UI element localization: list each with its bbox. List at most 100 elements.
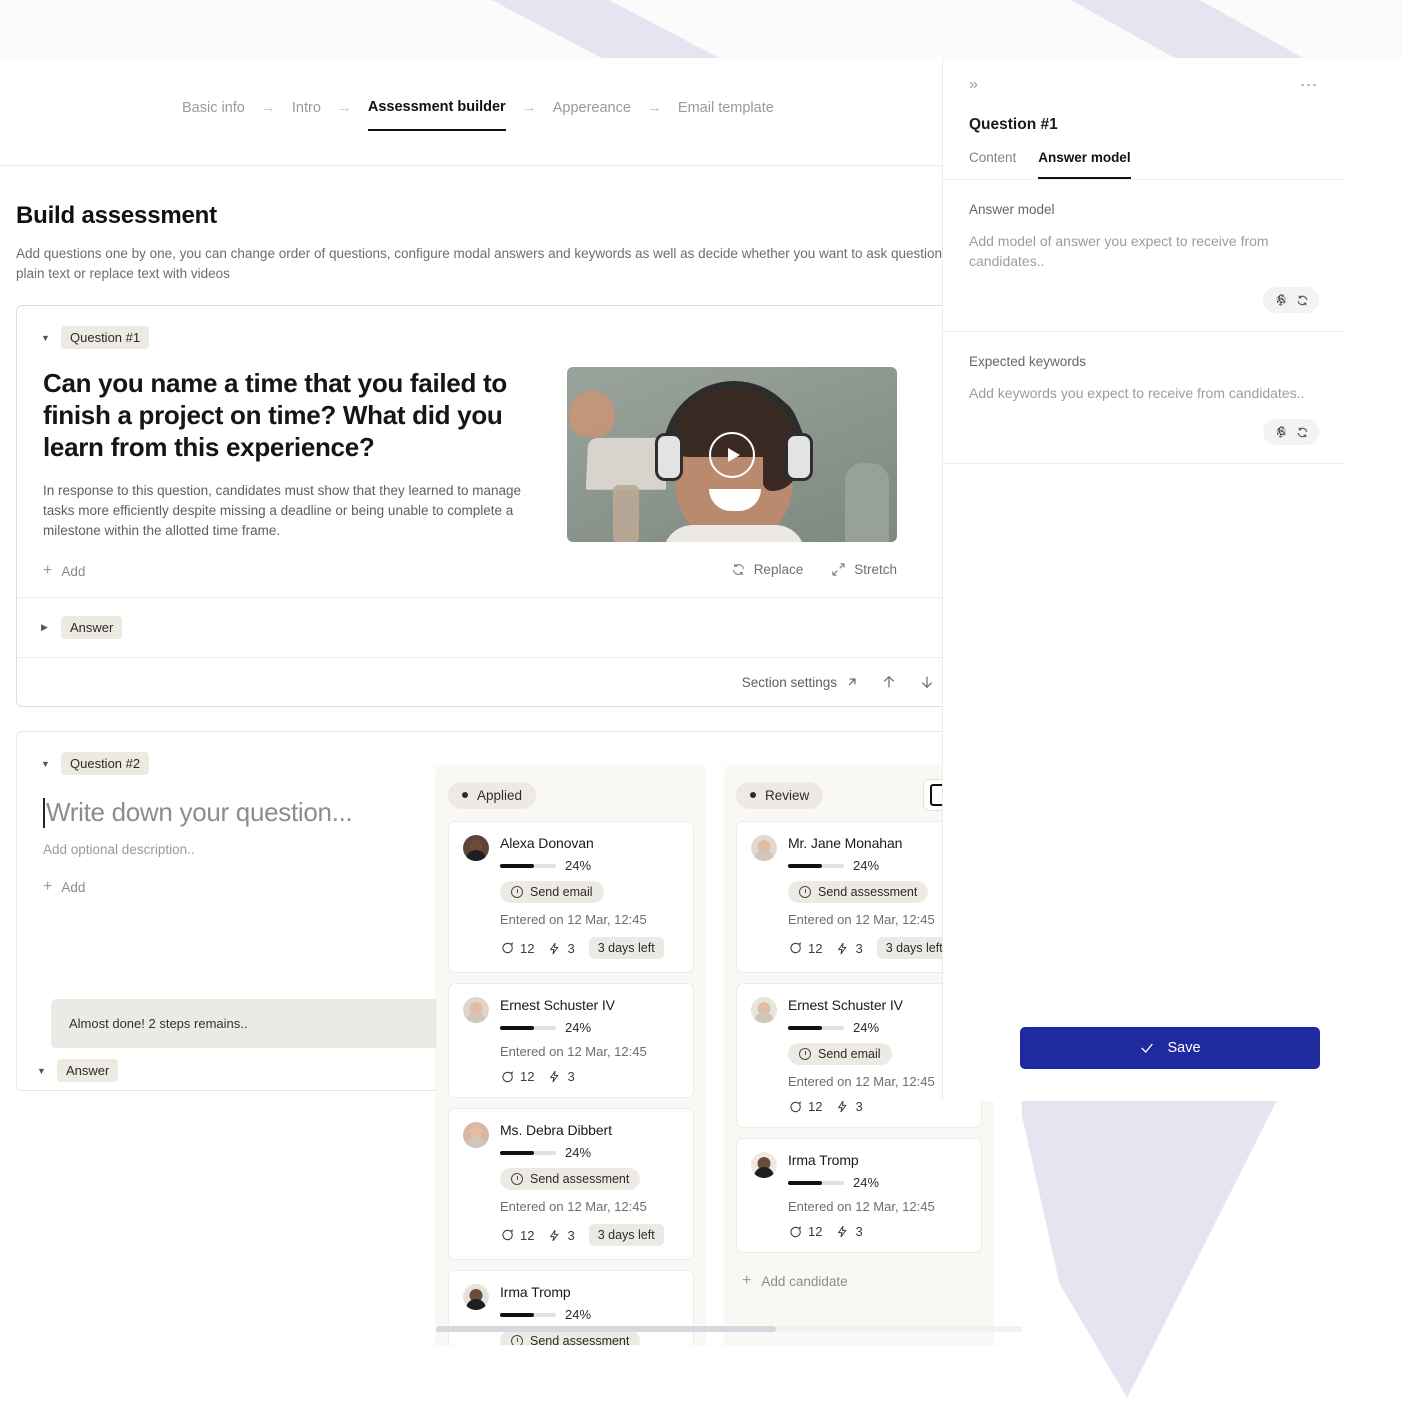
candidate-entered-date: Entered on 12 Mar, 12:45 <box>500 1199 647 1214</box>
video-actions: Replace Stretch <box>567 562 897 577</box>
question-1-answer-row[interactable]: ▶ Answer <box>17 597 1003 657</box>
candidate-status-chip[interactable]: Send email <box>788 1043 892 1065</box>
question-1-title[interactable]: Can you name a time that you failed to f… <box>43 367 543 463</box>
avatar-body <box>466 1299 486 1310</box>
save-button[interactable]: Save <box>1020 1027 1320 1069</box>
question-1-add-button[interactable]: + Add <box>43 563 543 579</box>
ai-generate-answer-model-button[interactable] <box>1263 287 1319 313</box>
activity-icon <box>838 1225 848 1238</box>
comment-count[interactable]: 12 <box>788 1099 822 1114</box>
expected-keywords-input[interactable]: Add keywords you expect to receive from … <box>969 383 1319 403</box>
progress-track <box>500 1150 556 1155</box>
candidate-progress: 24% <box>788 858 967 873</box>
replace-video-button[interactable]: Replace <box>731 562 803 577</box>
candidate-card[interactable]: Alexa Donovan 24% Send email Entered on 12 … <box>448 821 694 973</box>
candidate-card-top: Irma Tromp 24% Entered on 12 Mar, 12:45 12 3 <box>751 1152 967 1239</box>
candidate-card[interactable]: Ernest Schuster IV 24% Entered on 12 Mar, … <box>448 983 694 1098</box>
candidate-card-main: Irma Tromp 24% Entered on 12 Mar, 12:45 12 3 <box>788 1152 967 1239</box>
activity-count[interactable]: 3 <box>836 1099 863 1114</box>
progress-track <box>500 1025 556 1030</box>
comment-count[interactable]: 12 <box>500 1069 534 1084</box>
candidate-card-main: Ernest Schuster IV 24% Entered on 12 Mar, … <box>500 997 679 1084</box>
candidate-status-chip[interactable]: Send assessment <box>500 1330 641 1345</box>
question-1-header[interactable]: ▼ Question #1 <box>17 306 1003 353</box>
candidate-meta: 12 3 3 days left <box>500 937 679 959</box>
days-left-badge: 3 days left <box>876 937 952 959</box>
activity-count[interactable]: 3 <box>548 1228 575 1243</box>
breadcrumb-item-assessment-builder[interactable]: Assessment builder <box>367 93 506 131</box>
headphone-cup-left <box>655 433 683 481</box>
candidate-progress: 24% <box>500 1145 679 1160</box>
candidate-card-main: Ms. Debra Dibbert 24% Send assessment Enter… <box>500 1122 679 1246</box>
comment-count-value: 12 <box>808 1224 823 1239</box>
tab-content[interactable]: Content <box>969 150 1016 179</box>
plus-icon: + <box>43 562 53 579</box>
collapse-panel-icon[interactable]: » <box>969 76 978 94</box>
comment-count[interactable]: 12 <box>500 941 534 956</box>
kanban-column-title[interactable]: Review <box>736 781 824 809</box>
activity-count-value: 3 <box>567 1069 575 1084</box>
refresh-icon <box>1297 427 1307 437</box>
candidate-card[interactable]: Ms. Debra Dibbert 24% Send assessment Enter… <box>448 1108 694 1260</box>
kanban-column-title[interactable]: Applied <box>448 781 537 809</box>
candidate-card[interactable]: Irma Tromp 24% Entered on 12 Mar, 12:45 12 3 <box>736 1138 982 1253</box>
comment-count[interactable]: 12 <box>788 941 822 956</box>
candidate-entered-date: Entered on 12 Mar, 12:45 <box>500 1044 647 1059</box>
chevron-down-icon[interactable]: ▼ <box>37 1066 47 1076</box>
chevron-down-icon[interactable]: ▼ <box>41 333 51 343</box>
progress-percent: 24% <box>565 1020 592 1035</box>
candidate-status-chip[interactable]: Send assessment <box>788 881 929 903</box>
avatar-body <box>466 850 486 861</box>
candidate-card-top: Alexa Donovan 24% Send email Entered on 12 … <box>463 835 679 959</box>
activity-count[interactable]: 3 <box>548 1069 575 1084</box>
stretch-video-button[interactable]: Stretch <box>831 562 897 577</box>
text-cursor <box>43 797 45 828</box>
answer-model-input[interactable]: Add model of answer you expect to receiv… <box>969 231 1319 271</box>
candidate-name: Irma Tromp <box>500 1284 571 1300</box>
breadcrumb-item-basic-info[interactable]: Basic info <box>182 94 245 130</box>
answer-model-section: Answer model Add model of answer you exp… <box>943 180 1345 332</box>
question-1-description[interactable]: In response to this question, candidates… <box>43 481 543 541</box>
section-settings-button[interactable]: Section settings <box>742 675 859 690</box>
candidate-card[interactable]: Irma Tromp24%Send assessmentEntered on 1… <box>448 1270 694 1345</box>
breadcrumb-item-intro[interactable]: Intro <box>292 94 321 130</box>
comment-count[interactable]: 12 <box>788 1224 822 1239</box>
candidate-progress: 24% <box>788 1175 967 1190</box>
move-down-button[interactable] <box>919 674 935 690</box>
ai-generate-keywords-button[interactable] <box>1263 419 1319 445</box>
activity-count[interactable]: 3 <box>836 941 863 956</box>
activity-count[interactable]: 3 <box>836 1224 863 1239</box>
breadcrumb-item-email-template[interactable]: Email template <box>678 94 774 130</box>
question-2-answer-row[interactable]: ▼ Answer <box>37 1059 119 1090</box>
progress-fill <box>500 1025 534 1030</box>
play-icon[interactable] <box>709 431 755 478</box>
activity-icon <box>838 1100 848 1113</box>
candidate-name: Ernest Schuster IV <box>500 997 615 1013</box>
comment-icon <box>790 1100 802 1112</box>
breadcrumb-arrow-icon: → <box>521 99 537 116</box>
avatar <box>751 835 777 861</box>
kanban-scrollbar-thumb[interactable] <box>436 1326 776 1332</box>
add-candidate-button[interactable]: + Add candidate <box>736 1263 982 1299</box>
activity-count[interactable]: 3 <box>548 941 575 956</box>
answer-model-label: Answer model <box>969 202 1055 217</box>
comment-count-value: 12 <box>808 1099 823 1114</box>
chevron-down-icon[interactable]: ▼ <box>41 759 51 769</box>
arrow-up-right-icon <box>848 678 856 686</box>
clock-icon <box>799 886 811 898</box>
comment-count[interactable]: 12 <box>500 1228 534 1243</box>
move-up-button[interactable] <box>881 674 897 690</box>
candidate-progress: 24% <box>500 1307 679 1322</box>
candidate-status-chip[interactable]: Send assessment <box>500 1168 641 1190</box>
progress-track <box>500 1312 556 1317</box>
avatar-body <box>466 1012 486 1023</box>
video-thumbnail[interactable] <box>567 367 897 542</box>
stretch-label: Stretch <box>854 562 897 577</box>
candidate-entered-date: Entered on 12 Mar, 12:45 <box>788 912 935 927</box>
candidate-status-chip[interactable]: Send email <box>500 881 604 903</box>
chevron-right-icon[interactable]: ▶ <box>41 622 51 633</box>
more-options-icon[interactable]: ⋯ <box>1300 76 1320 94</box>
breadcrumb-item-appereance[interactable]: Appereance <box>553 94 631 130</box>
progress-percent: 24% <box>853 1020 880 1035</box>
tab-answer-model[interactable]: Answer model <box>1038 150 1131 179</box>
